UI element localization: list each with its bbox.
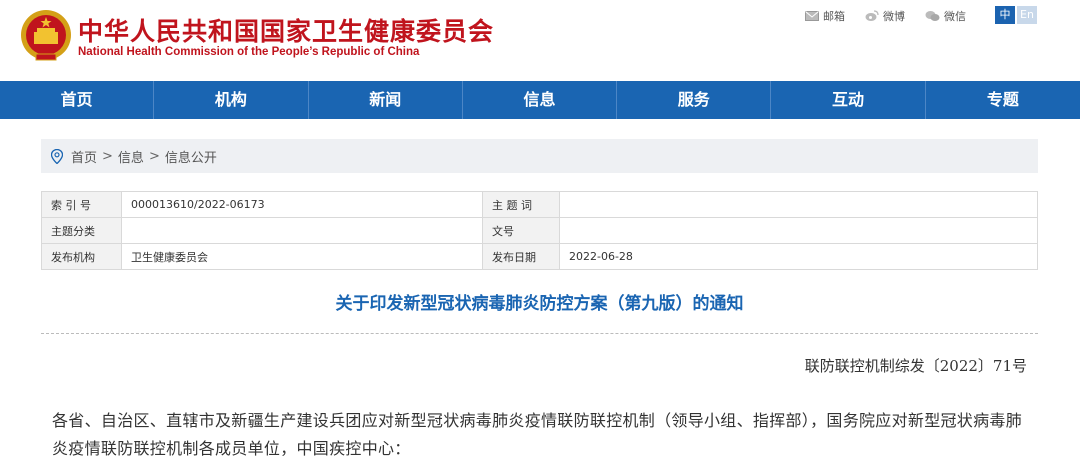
breadcrumb: 首页 > 信息 > 信息公开 (41, 139, 1038, 173)
weibo-link[interactable]: 微博 (865, 8, 905, 24)
wechat-icon (925, 11, 940, 21)
table-row: 主题分类 文号 (41, 217, 1038, 244)
lang-english-button[interactable]: En (1017, 6, 1037, 24)
article-title: 关于印发新型冠状病毒肺炎防控方案（第九版）的通知 (335, 294, 744, 314)
mail-icon (805, 11, 819, 21)
publish-date-label: 发布日期 (482, 243, 560, 270)
breadcrumb-home[interactable]: 首页 (71, 147, 97, 166)
publish-date-value: 2022-06-28 (559, 243, 1038, 270)
main-nav: 首页 机构 新闻 信息 服务 互动 专题 (0, 81, 1080, 119)
table-row: 索 引 号 000013610/2022-06173 主 题 词 (41, 191, 1038, 218)
publisher-label: 发布机构 (41, 243, 122, 270)
nav-item-news[interactable]: 新闻 (309, 81, 463, 119)
mail-link[interactable]: 邮箱 (805, 8, 845, 24)
national-emblem-icon[interactable] (20, 8, 72, 64)
top-links: 邮箱 微博 微信 (805, 8, 986, 24)
subject-words-label: 主 题 词 (482, 191, 560, 218)
wechat-link-label: 微信 (944, 10, 966, 23)
breadcrumb-disclosure[interactable]: 信息公开 (165, 147, 217, 166)
breadcrumb-separator: > (102, 148, 113, 164)
nav-item-services[interactable]: 服务 (617, 81, 772, 119)
mail-link-label: 邮箱 (823, 10, 845, 23)
document-number-value (559, 217, 1038, 244)
site-title-chinese[interactable]: 中华人民共和国国家卫生健康委员会 (78, 12, 494, 48)
document-number-label: 文号 (482, 217, 560, 244)
breadcrumb-information[interactable]: 信息 (118, 147, 144, 166)
language-switcher: 中 En (995, 6, 1037, 24)
nav-item-interaction[interactable]: 互动 (771, 81, 926, 119)
publisher-value: 卫生健康委员会 (121, 243, 483, 270)
site-header: 中华人民共和国国家卫生健康委员会 National Health Commiss… (0, 0, 1080, 80)
subject-words-value (559, 191, 1038, 218)
index-number-label: 索 引 号 (41, 191, 122, 218)
breadcrumb-separator: > (148, 148, 160, 164)
nav-item-topics[interactable]: 专题 (926, 81, 1080, 119)
nav-item-organization[interactable]: 机构 (154, 81, 309, 119)
subject-category-label: 主题分类 (41, 217, 122, 244)
document-reference-number: 联防联控机制综发〔2022〕71号 (804, 357, 1027, 375)
table-row: 发布机构 卫生健康委员会 发布日期 2022-06-28 (41, 243, 1038, 270)
nav-item-home[interactable]: 首页 (0, 81, 155, 119)
lang-chinese-button[interactable]: 中 (995, 6, 1015, 24)
location-pin-icon (51, 148, 63, 164)
wechat-link[interactable]: 微信 (925, 8, 966, 24)
article-body-paragraph: 各省、自治区、直辖市及新疆生产建设兵团应对新型冠状病毒肺炎疫情联防联控机制（领导… (52, 411, 1023, 458)
nav-item-information[interactable]: 信息 (463, 81, 618, 119)
weibo-link-label: 微博 (883, 10, 905, 23)
title-divider (41, 333, 1038, 334)
index-number-value: 000013610/2022-06173 (121, 191, 483, 218)
document-info-table: 索 引 号 000013610/2022-06173 主 题 词 主题分类 文号… (41, 191, 1038, 270)
subject-category-value (121, 217, 483, 244)
site-title-english[interactable]: National Health Commission of the People… (78, 46, 419, 58)
weibo-icon (865, 10, 879, 21)
